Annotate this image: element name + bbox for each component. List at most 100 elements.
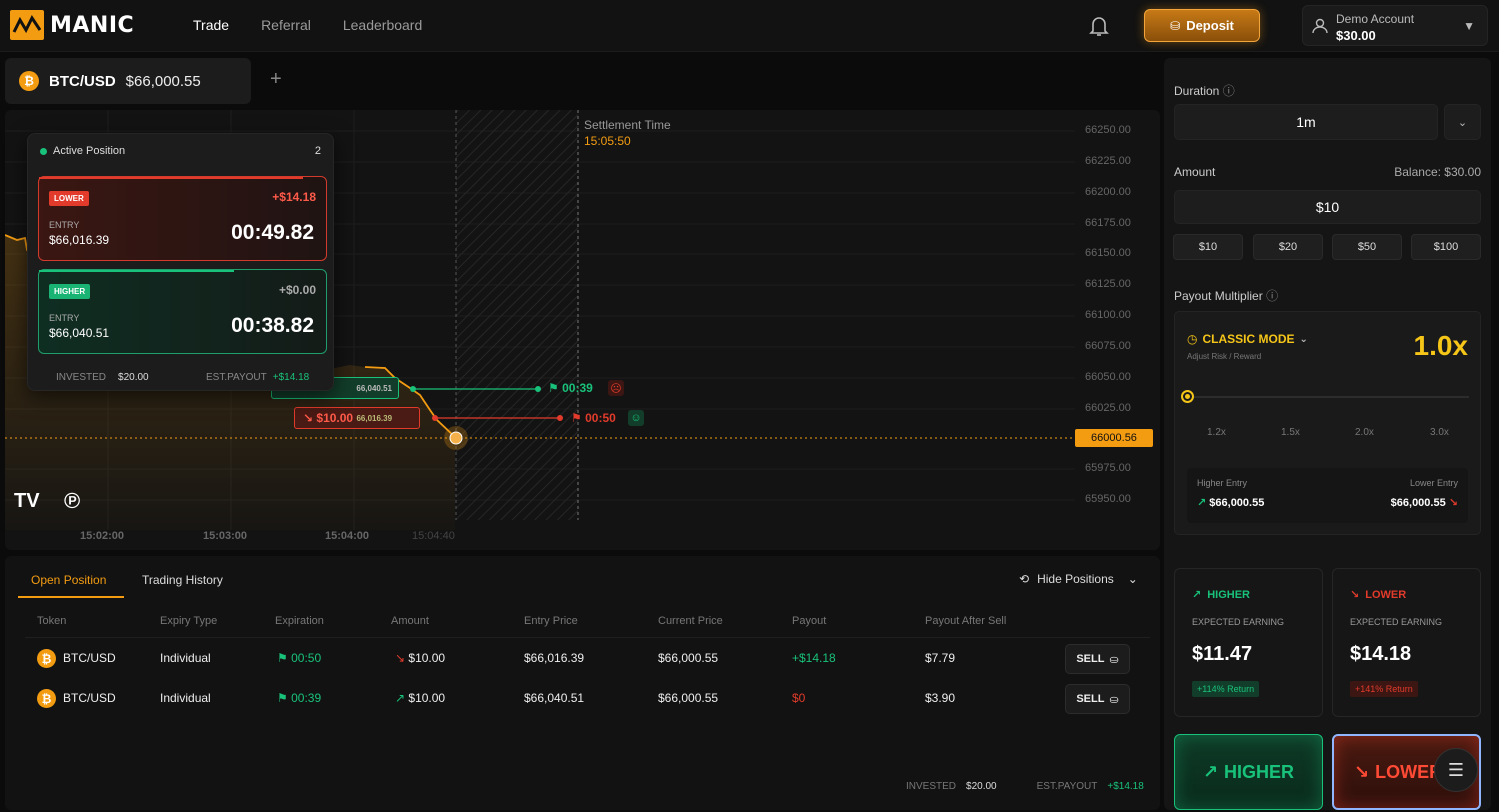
higher-timer: 00:38.82: [231, 314, 314, 337]
lower-return-badge: +141% Return: [1350, 681, 1418, 697]
hide-positions-toggle[interactable]: ⟲ Hide Positions ⌄: [1019, 572, 1138, 586]
col-expiration: Expiration: [275, 615, 324, 627]
sell-button[interactable]: SELL ⛀: [1065, 644, 1130, 674]
higher-entry-price: $66,040.51: [49, 326, 110, 340]
lower-button-label: LOWER: [1375, 761, 1443, 782]
main-nav: Trade Referral Leaderboard: [193, 17, 422, 33]
col-token: Token: [37, 615, 67, 627]
quick-amount-20[interactable]: $20: [1253, 234, 1323, 260]
account-selector[interactable]: Demo Account $30.00 ▼: [1302, 5, 1488, 46]
logo[interactable]: MANIC: [10, 10, 134, 40]
arrow-up-right-icon: ↗: [1202, 761, 1219, 782]
x-tick: 15:04:00: [325, 530, 370, 542]
multiplier-slider[interactable]: [1181, 390, 1469, 403]
lower-entry-price: $66,016.39: [49, 233, 110, 247]
slider-handle[interactable]: [1181, 390, 1194, 403]
entry-label: ENTRY: [49, 313, 80, 323]
coins-icon: ⛀: [1109, 653, 1119, 666]
invested-summary: INVESTED $20.00: [56, 372, 149, 383]
lower-gain: +$14.18: [272, 190, 316, 204]
pair-tab-btcusd[interactable]: ₿ BTC/USD $66,000.55: [5, 58, 251, 104]
y-tick: 65975.00: [1085, 462, 1131, 474]
nav-leaderboard[interactable]: Leaderboard: [343, 17, 422, 33]
slider-tick: 1.5x: [1281, 427, 1300, 438]
deposit-button[interactable]: ⛁ Deposit: [1144, 9, 1260, 42]
expected-earning-label: EXPECTED EARNING: [1192, 617, 1285, 627]
row-token: BTC/USD: [63, 691, 116, 705]
tab-active-underline: [18, 596, 124, 598]
row-current: $66,000.55: [658, 691, 719, 705]
mode-selector[interactable]: ◷ CLASSIC MODE ⌄: [1187, 332, 1308, 346]
nav-referral[interactable]: Referral: [261, 17, 311, 33]
y-tick: 66150.00: [1085, 247, 1131, 259]
positions-panel: Open Position Trading History ⟲ Hide Pos…: [5, 556, 1160, 810]
expected-earning-label: EXPECTED EARNING: [1350, 617, 1443, 627]
mode-label: CLASSIC MODE: [1202, 332, 1295, 346]
tab-open-position[interactable]: Open Position: [31, 573, 106, 587]
row-after: $3.90: [925, 691, 956, 705]
row-amount-value: $10.00: [408, 691, 446, 705]
top-bar: MANIC Trade Referral Leaderboard ⛁ Depos…: [0, 0, 1499, 52]
sell-label: SELL: [1076, 653, 1105, 665]
tradingview-logo-icon: TV: [14, 490, 40, 512]
duration-value: 1m: [1296, 114, 1316, 130]
deposit-icon: ⛁: [1170, 18, 1181, 33]
quick-amount-50[interactable]: $50: [1332, 234, 1402, 260]
row-expiration-value: 00:39: [291, 691, 322, 705]
est-payout-value: +$14.18: [272, 372, 310, 383]
quick-amount-100[interactable]: $100: [1411, 234, 1481, 260]
trend-up-icon: ↗: [1192, 589, 1202, 601]
higher-entry-label: Higher Entry: [1197, 478, 1248, 488]
lower-marker-amount: $10.00: [316, 411, 354, 425]
position-card-lower[interactable]: LOWER +$14.18 ENTRY $66,016.39 00:49.82: [38, 176, 327, 261]
lower-position-marker[interactable]: ↘ $10.00 66,016.39: [294, 407, 420, 429]
lower-progress-bar: [39, 177, 304, 179]
amount-input[interactable]: $10: [1174, 190, 1481, 224]
bell-icon[interactable]: [1088, 14, 1110, 38]
row-amount: ↘ $10.00: [395, 651, 445, 665]
y-tick: 66050.00: [1085, 371, 1131, 383]
bottom-summary: INVESTED $20.00 EST.PAYOUT +$14.18: [906, 781, 1144, 792]
arrow-down-right-icon: ↘: [395, 651, 406, 665]
current-price-tag: 66000.56: [1075, 429, 1153, 447]
account-label: Demo Account: [1336, 12, 1415, 26]
arrow-down-right-icon: ↘: [303, 411, 314, 425]
y-tick: 66200.00: [1085, 186, 1131, 198]
coins-icon: ⛀: [1109, 693, 1119, 706]
slider-tick: 2.0x: [1355, 427, 1374, 438]
higher-button[interactable]: ↗ HIGHER: [1174, 734, 1323, 810]
user-icon: [1312, 18, 1328, 34]
nav-trade[interactable]: Trade: [193, 17, 229, 33]
hide-positions-label: Hide Positions: [1037, 572, 1114, 586]
quick-amount-10[interactable]: $10: [1173, 234, 1243, 260]
lower-entry-value: $66,000.55 ↘: [1391, 496, 1458, 509]
duration-field[interactable]: 1m: [1174, 104, 1438, 140]
higher-gain: +$0.00: [278, 283, 316, 297]
table-row[interactable]: ₿ BTC/USD Individual ⚑ 00:50 ↘ $10.00 $6…: [5, 639, 1160, 679]
entry-info-box: Higher Entry ↗ $66,000.55 Lower Entry $6…: [1187, 468, 1468, 523]
col-amount: Amount: [391, 615, 429, 627]
position-card-higher[interactable]: HIGHER +$0.00 ENTRY $66,040.51 00:38.82: [38, 269, 327, 354]
live-dot-icon: [40, 147, 47, 155]
y-tick: 66025.00: [1085, 402, 1131, 414]
bitcoin-icon: ₿: [37, 689, 56, 708]
tab-trading-history[interactable]: Trading History: [142, 573, 223, 587]
y-tick: 66250.00: [1085, 124, 1131, 136]
multiplier-panel: ◷ CLASSIC MODE ⌄ Adjust Risk / Reward 1.…: [1174, 311, 1481, 535]
table-row[interactable]: ₿ BTC/USD Individual ⚑ 00:39 ↗ $10.00 $6…: [5, 679, 1160, 719]
y-tick: 66225.00: [1085, 155, 1131, 167]
frown-icon: ☹: [608, 380, 624, 396]
arrow-down-right-icon: ↘: [1354, 761, 1370, 782]
y-tick: 66100.00: [1085, 309, 1131, 321]
sell-button[interactable]: SELL ⛀: [1065, 684, 1130, 714]
y-tick: 66175.00: [1085, 217, 1131, 229]
higher-badge: HIGHER: [49, 284, 91, 299]
balance-label: Balance: $30.00: [1394, 165, 1481, 179]
invested-value: $20.00: [118, 372, 149, 383]
row-after: $7.79: [925, 651, 956, 665]
row-entry: $66,016.39: [524, 651, 585, 665]
col-payout-after-sell: Payout After Sell: [925, 615, 1007, 627]
menu-fab[interactable]: ☰: [1434, 748, 1478, 792]
add-pair-icon[interactable]: +: [270, 68, 282, 91]
duration-dropdown[interactable]: ⌄: [1444, 104, 1481, 140]
